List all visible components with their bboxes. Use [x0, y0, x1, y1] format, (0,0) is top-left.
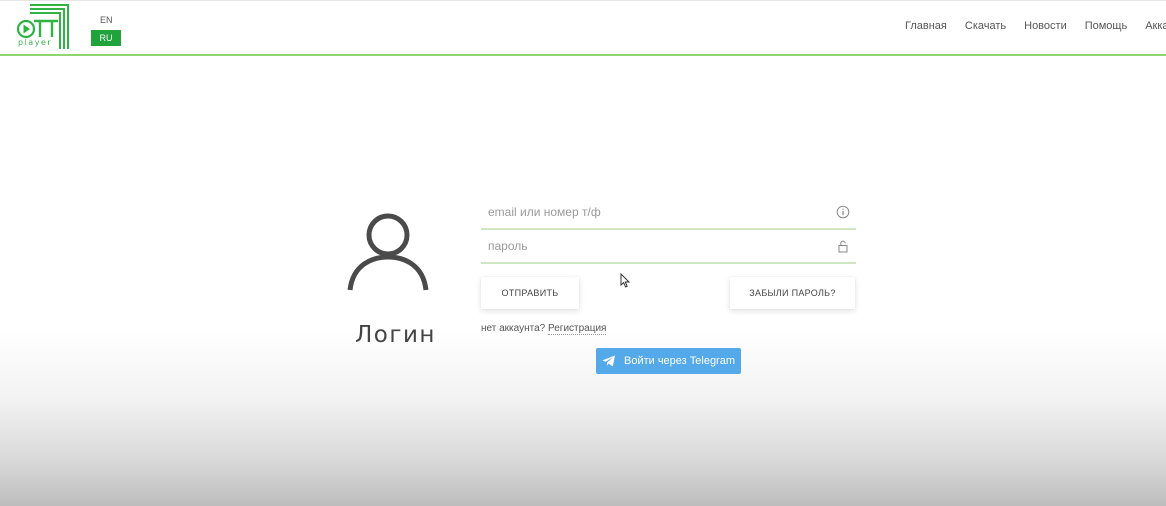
password-input[interactable] [481, 232, 821, 260]
lock-icon [836, 239, 850, 253]
info-icon[interactable] [836, 205, 850, 219]
nav-news[interactable]: Новости [1024, 20, 1067, 32]
login-title: Логин [355, 322, 436, 348]
no-account-text: нет аккаунта? [481, 323, 546, 334]
mouse-cursor-icon [620, 272, 631, 288]
forgot-password-button[interactable]: ЗАБЫЛИ ПАРОЛЬ? [730, 277, 855, 309]
nav-download[interactable]: Скачать [965, 20, 1006, 32]
lang-en[interactable]: EN [100, 15, 113, 25]
register-link[interactable]: Регистрация [548, 323, 607, 335]
logo-subtext: player [18, 38, 53, 47]
email-input[interactable] [481, 198, 821, 226]
main-nav: Главная Скачать Новости Помощь Аккаунт [905, 20, 1166, 32]
register-line: нет аккаунта? Регистрация [481, 323, 607, 335]
lang-ru[interactable]: RU [91, 30, 121, 46]
email-field [481, 198, 856, 230]
telegram-icon [602, 355, 615, 367]
header: player EN RU Главная Скачать Новости Пом… [0, 0, 1166, 56]
telegram-login-button[interactable]: Войти через Telegram [596, 348, 741, 374]
telegram-login-label: Войти через Telegram [623, 355, 736, 367]
password-field [481, 232, 856, 264]
nav-home[interactable]: Главная [905, 20, 947, 32]
nav-help[interactable]: Помощь [1085, 20, 1128, 32]
nav-account[interactable]: Аккаунт [1145, 20, 1166, 32]
user-avatar-icon [345, 212, 431, 294]
submit-button[interactable]: ОТПРАВИТЬ [481, 277, 579, 309]
